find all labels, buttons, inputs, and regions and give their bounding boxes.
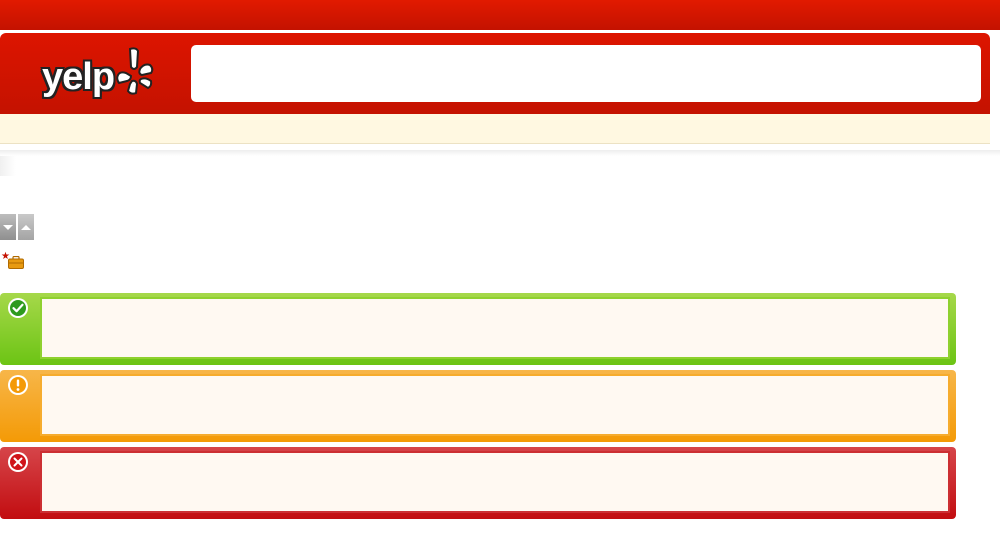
search-input[interactable]	[191, 45, 981, 102]
sub-navigation-bar	[0, 114, 990, 144]
caret-up-icon	[21, 224, 31, 230]
warning-alert	[0, 370, 956, 442]
sort-descending-button[interactable]	[0, 214, 16, 240]
warning-message	[40, 374, 950, 436]
sort-ascending-button[interactable]	[18, 214, 34, 240]
success-alert	[0, 293, 956, 365]
briefcase-icon	[8, 256, 24, 269]
logo-wordmark: yelp	[42, 56, 115, 98]
success-message	[40, 297, 950, 359]
error-alert	[0, 447, 956, 519]
error-message	[40, 451, 950, 513]
side-tab	[0, 156, 16, 176]
exclamation-circle-icon	[8, 375, 28, 395]
header-shadow	[0, 150, 1000, 156]
check-circle-icon	[8, 298, 28, 318]
yelp-burst-icon	[116, 47, 154, 95]
yelp-logo[interactable]: yelp	[40, 45, 160, 103]
site-header: yelp	[0, 33, 990, 114]
caret-down-icon	[3, 224, 13, 230]
x-circle-icon	[8, 452, 28, 472]
top-strip	[0, 0, 1000, 30]
